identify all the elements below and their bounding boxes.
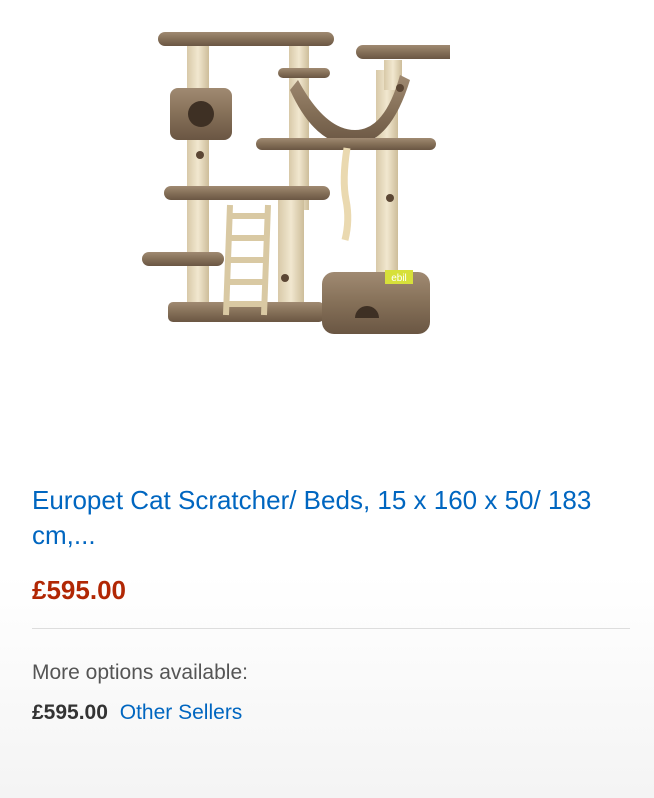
rope — [340, 147, 352, 241]
product-card: ebil Europet Cat Scratcher/ Beds, 15 x 1… — [0, 0, 654, 798]
divider — [32, 628, 630, 629]
top-platform — [158, 32, 334, 46]
svg-text:ebil: ebil — [391, 273, 407, 284]
other-sellers-link[interactable]: Other Sellers — [120, 701, 243, 724]
other-sellers-price: £595.00 — [32, 701, 108, 724]
more-options-label: More options available: — [32, 661, 248, 684]
other-sellers-row: £595.00 Other Sellers — [32, 701, 242, 725]
ladder — [223, 204, 271, 316]
product-price: £595.00 — [32, 575, 126, 605]
product-image[interactable]: ebil — [130, 20, 450, 350]
condo — [322, 272, 430, 334]
product-title-link[interactable]: Europet Cat Scratcher/ Beds, 15 x 160 x … — [32, 483, 632, 553]
